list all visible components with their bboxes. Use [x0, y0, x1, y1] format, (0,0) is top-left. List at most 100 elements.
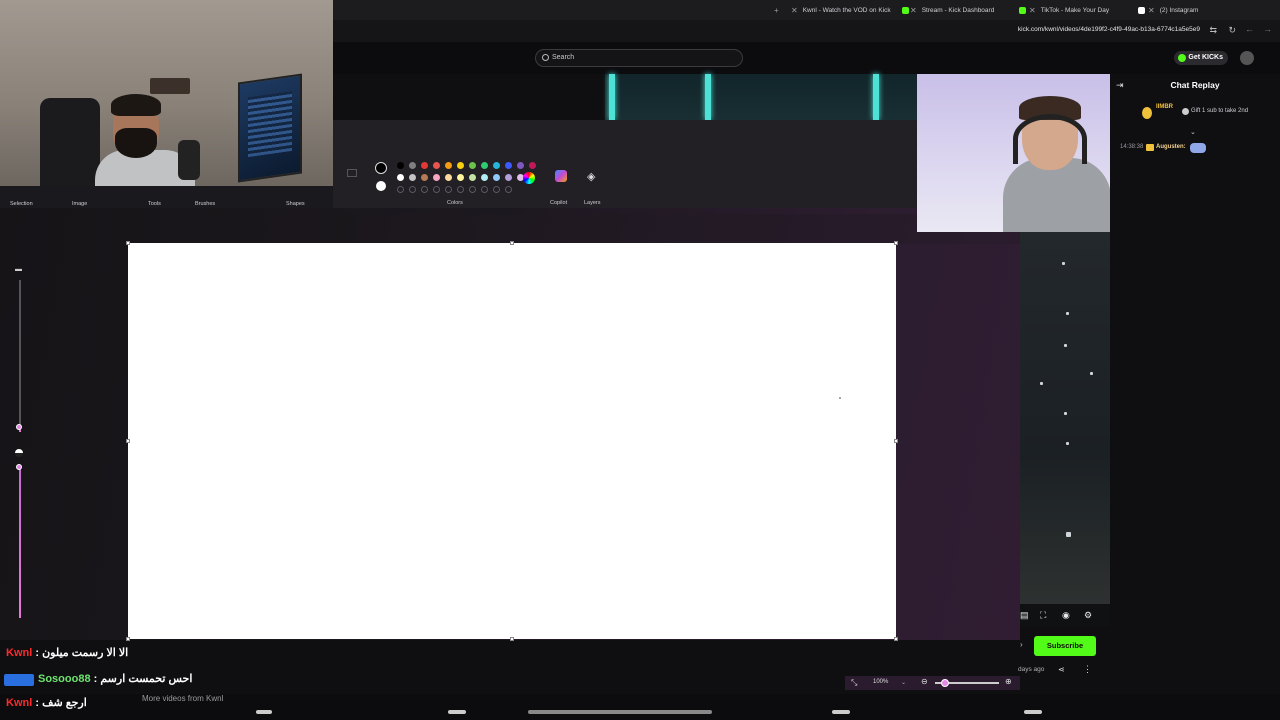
close-icon[interactable]: ✕ — [1029, 6, 1036, 15]
custom-color-slot[interactable] — [457, 186, 464, 193]
back-icon[interactable]: ← — [1245, 24, 1254, 34]
chat-username[interactable]: Augusten: — [1156, 144, 1186, 150]
custom-color-slot[interactable] — [421, 186, 428, 193]
color-swatch[interactable] — [457, 162, 464, 169]
size-slider[interactable] — [19, 280, 21, 428]
color-swatch[interactable] — [433, 162, 440, 169]
color-swatch[interactable] — [397, 174, 404, 181]
translate-icon[interactable]: ⇆ — [1209, 25, 1217, 36]
zoom-out-icon[interactable]: ⊖ — [921, 677, 928, 686]
address-bar[interactable]: kick.com/kwnl/videos/4de199f2-c4f9-49ac-… — [333, 20, 1280, 42]
theater-mode-icon[interactable]: ▤ — [1020, 610, 1029, 621]
color-picker-icon[interactable] — [523, 172, 535, 184]
video-thumbnail[interactable] — [256, 710, 272, 714]
fullscreen-icon[interactable]: ⛶ — [1040, 610, 1046, 621]
color-swatch[interactable] — [469, 174, 476, 181]
color-swatch[interactable] — [517, 162, 524, 169]
resize-handle[interactable] — [126, 637, 130, 641]
forward-icon[interactable]: → — [1263, 24, 1272, 34]
opacity-slider[interactable] — [19, 466, 21, 618]
color-swatch[interactable] — [493, 162, 500, 169]
color-swatch[interactable] — [457, 174, 464, 181]
close-icon[interactable]: ✕ — [910, 6, 917, 15]
tab-instagram[interactable]: ✕ (2) Instagram — [1148, 2, 1280, 18]
custom-color-slot[interactable] — [493, 186, 500, 193]
custom-color-slot[interactable] — [469, 186, 476, 193]
color-swatch[interactable] — [505, 174, 512, 181]
video-thumbnail[interactable] — [1024, 710, 1042, 714]
shapes-group[interactable]: Shapes — [286, 201, 305, 207]
color-swatch[interactable] — [529, 162, 536, 169]
color-swatch[interactable] — [505, 162, 512, 169]
color-swatch[interactable] — [397, 162, 404, 169]
video-thumbnail[interactable] — [448, 710, 466, 714]
custom-color-slot[interactable] — [445, 186, 452, 193]
tools-group[interactable]: Tools — [148, 201, 161, 207]
opacity-slider-knob[interactable] — [16, 464, 22, 470]
zoom-slider-knob[interactable] — [941, 679, 949, 687]
color-swatch[interactable] — [445, 162, 452, 169]
chevron-down-icon[interactable]: ⌄ — [901, 679, 906, 686]
color-swatch[interactable] — [433, 174, 440, 181]
custom-color-slot[interactable] — [481, 186, 488, 193]
search-input[interactable]: Search — [535, 49, 743, 67]
color-swatch[interactable] — [481, 162, 488, 169]
resize-handle[interactable] — [510, 241, 514, 245]
color-swatch[interactable] — [409, 174, 416, 181]
clip-icon[interactable]: ◉ — [1062, 610, 1070, 621]
video-progress[interactable] — [528, 710, 712, 714]
zoom-level[interactable]: 100% — [873, 679, 888, 685]
image-group[interactable]: Image — [72, 201, 87, 207]
more-options-icon[interactable]: ⋮ — [1083, 664, 1092, 675]
custom-color-slot[interactable] — [505, 186, 512, 193]
zoom-in-icon[interactable]: ⊕ — [1005, 677, 1012, 686]
layers-icon[interactable]: ◈ — [587, 170, 595, 183]
tab-kick-dashboard[interactable]: ✕ Stream - Kick Dashboard — [910, 2, 1027, 18]
new-tab-button[interactable]: + — [774, 2, 779, 18]
resize-handle[interactable] — [894, 439, 898, 443]
more-videos-heading[interactable]: More videos from Kwnl — [142, 694, 223, 703]
brushes-group[interactable]: Brushes — [195, 201, 215, 207]
close-icon[interactable]: ✕ — [1148, 6, 1155, 15]
color-swatch[interactable] — [409, 162, 416, 169]
color-swatch[interactable] — [421, 174, 428, 181]
resize-handle[interactable] — [510, 637, 514, 641]
secondary-color-swatch[interactable] — [376, 181, 386, 191]
resize-handle[interactable] — [126, 439, 130, 443]
settings-gear-icon[interactable]: ⚙ — [1084, 610, 1092, 621]
color-swatch[interactable] — [469, 162, 476, 169]
custom-color-slot[interactable] — [397, 186, 404, 193]
get-kicks-label: Get KICKs — [1188, 54, 1223, 61]
chevron-right-icon[interactable]: › — [1020, 640, 1023, 649]
custom-color-slot[interactable] — [409, 186, 416, 193]
avatar[interactable] — [1240, 51, 1254, 65]
gift-leader-name[interactable]: IIMBR — [1156, 104, 1173, 110]
color-swatch[interactable] — [421, 162, 428, 169]
color-swatch[interactable] — [481, 174, 488, 181]
tab-kick-vod[interactable]: ✕ Kwnl - Watch the VOD on Kick — [791, 2, 909, 18]
reload-icon[interactable]: ↻ — [1228, 25, 1236, 36]
tab-label: Kwnl - Watch the VOD on Kick — [802, 6, 891, 14]
size-slider-knob[interactable] — [16, 424, 22, 430]
subscribe-button[interactable]: Subscribe — [1034, 636, 1096, 656]
share-icon[interactable]: ⋖ — [1058, 665, 1065, 674]
shapes-more-icon[interactable] — [347, 169, 357, 177]
copilot-icon[interactable] — [555, 170, 567, 182]
resize-handle[interactable] — [894, 241, 898, 245]
close-icon[interactable]: ✕ — [791, 6, 798, 15]
resize-handle[interactable] — [126, 241, 130, 245]
get-kicks-button[interactable]: Get KICKs — [1174, 51, 1228, 65]
primary-color-swatch[interactable] — [375, 162, 387, 174]
fit-to-window-icon[interactable]: ⤡ — [851, 678, 857, 688]
resize-handle[interactable] — [894, 637, 898, 641]
color-swatch[interactable] — [445, 174, 452, 181]
color-swatch[interactable] — [493, 174, 500, 181]
gift-prompt[interactable]: Gift 1 sub to take 2nd — [1191, 108, 1248, 114]
custom-color-slot[interactable] — [433, 186, 440, 193]
tab-tiktok[interactable]: ✕ TikTok - Make Your Day — [1029, 2, 1146, 18]
drawing-canvas[interactable] — [126, 241, 898, 641]
selection-group[interactable]: Selection — [10, 201, 33, 207]
chevron-down-icon[interactable]: ⌄ — [1190, 128, 1196, 136]
url-text[interactable]: kick.com/kwnl/videos/4de199f2-c4f9-49ac-… — [1018, 26, 1200, 33]
video-thumbnail[interactable] — [832, 710, 850, 714]
